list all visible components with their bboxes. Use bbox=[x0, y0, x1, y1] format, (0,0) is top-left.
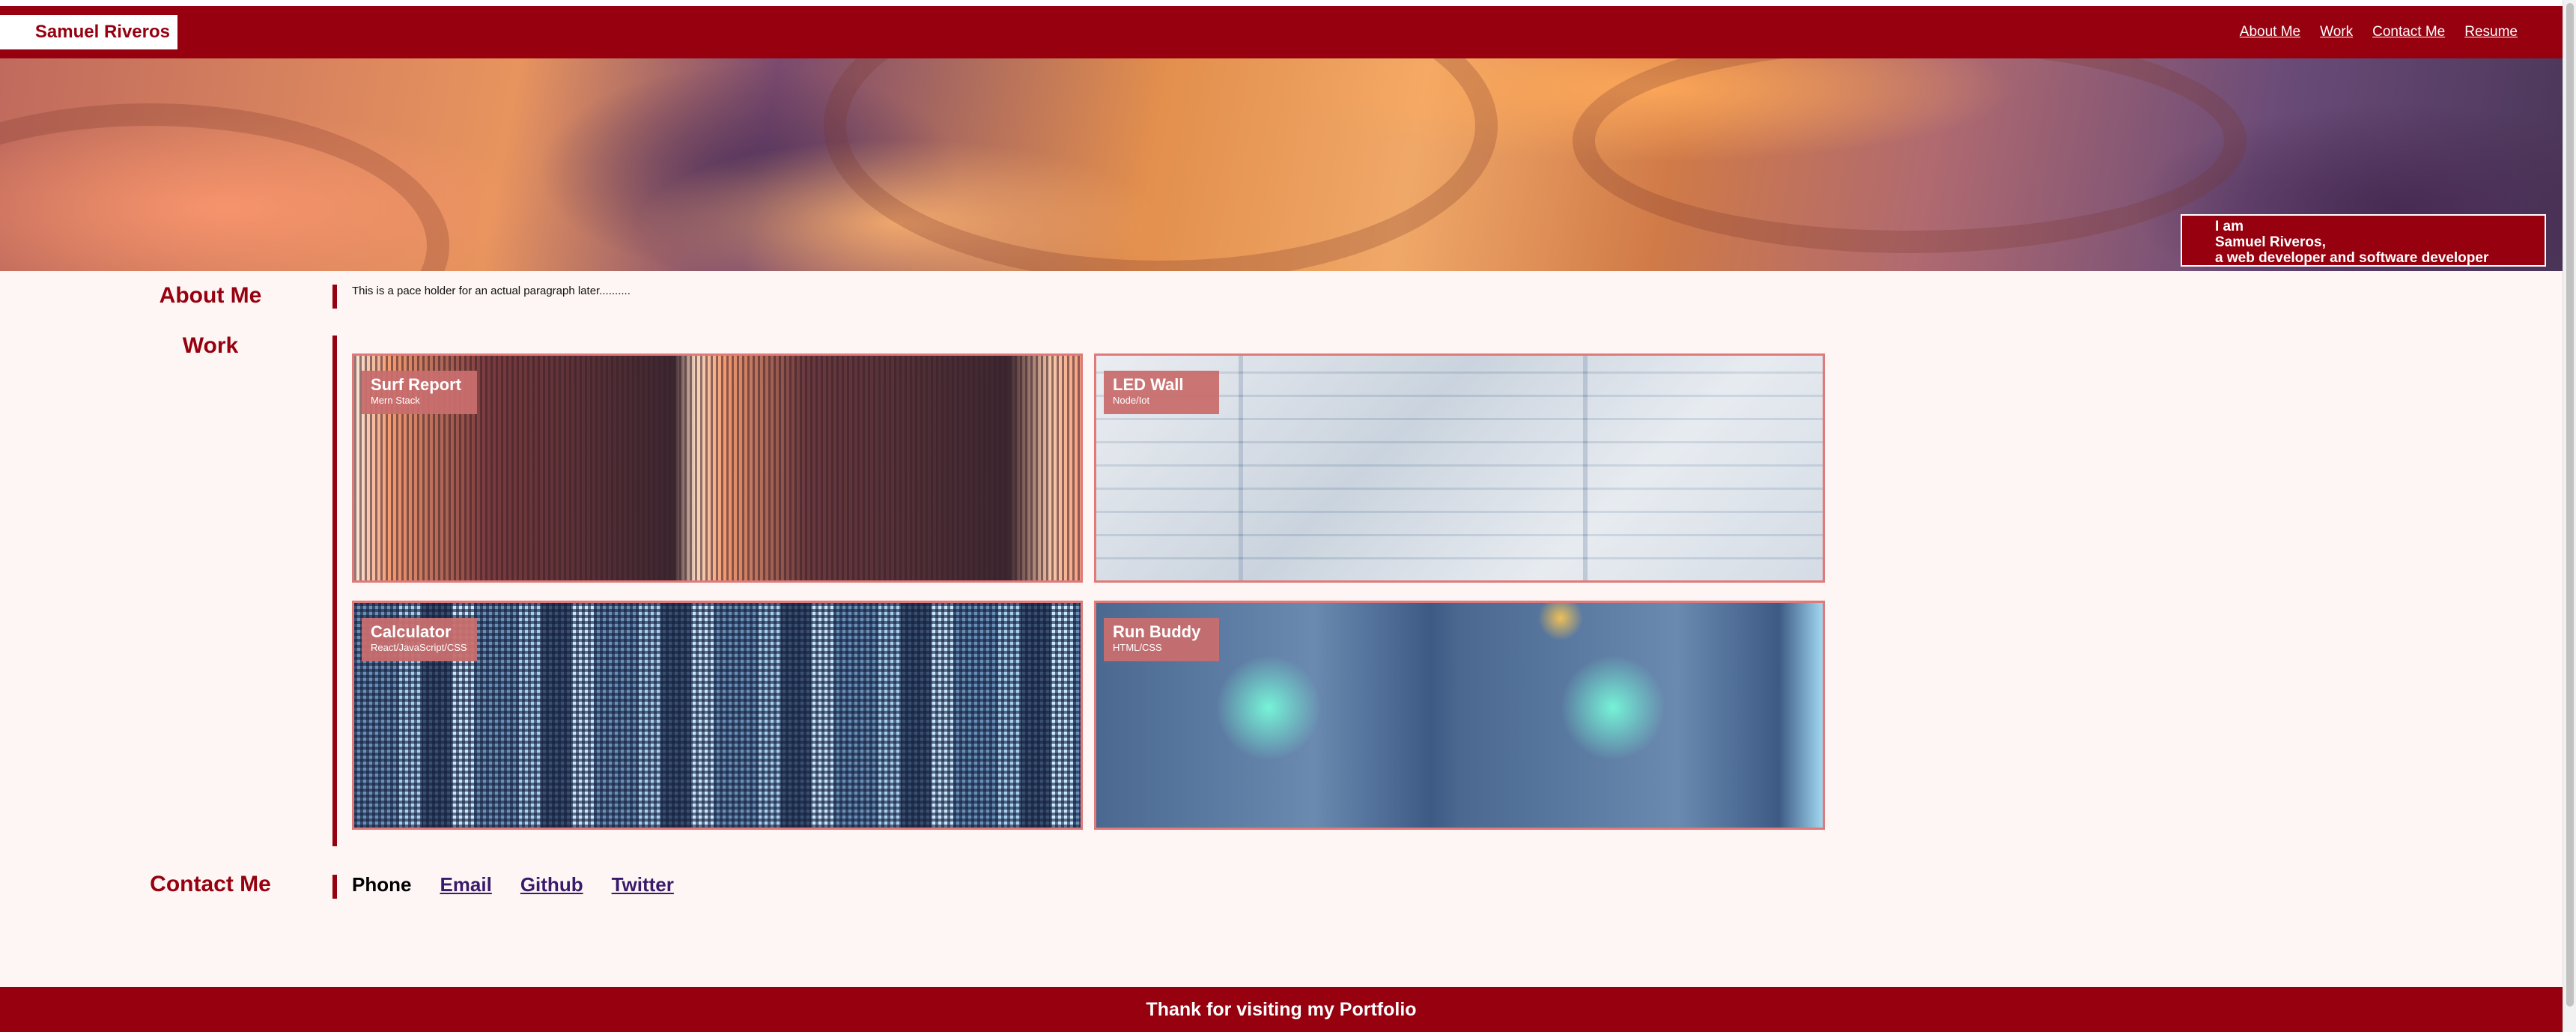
project-stack: Mern Stack bbox=[371, 395, 420, 406]
project-card-led-wall[interactable]: LED Wall Node/Iot bbox=[1094, 353, 1825, 583]
site-header: Samuel Riveros About Me Work Contact Me … bbox=[0, 6, 2563, 58]
contact-me-title: Contact Me bbox=[150, 872, 271, 896]
project-label: Calculator React/JavaScript/CSS bbox=[362, 618, 477, 661]
project-stack: Node/Iot bbox=[1113, 395, 1150, 406]
scrollbar-thumb[interactable] bbox=[2566, 3, 2574, 1007]
nav-about-me[interactable]: About Me bbox=[2240, 24, 2300, 40]
top-strip bbox=[0, 0, 2563, 6]
footer-text: Thank for visiting my Portfolio bbox=[1146, 998, 1417, 1020]
hero-swirl bbox=[1573, 58, 2247, 253]
project-label: LED Wall Node/Iot bbox=[1104, 371, 1219, 414]
work-divider bbox=[332, 336, 337, 846]
contact-phone: Phone bbox=[352, 873, 412, 896]
nav-resume[interactable]: Resume bbox=[2464, 24, 2518, 40]
hero-intro-box: I am Samuel Riveros, a web developer and… bbox=[2181, 214, 2546, 267]
project-title: Surf Report bbox=[371, 375, 461, 394]
about-paragraph: This is a pace holder for an actual para… bbox=[352, 285, 631, 297]
work-title: Work bbox=[182, 333, 239, 358]
contact-links: Phone Email Github Twitter bbox=[352, 873, 674, 896]
project-card-calculator[interactable]: Calculator React/JavaScript/CSS bbox=[352, 601, 1083, 830]
nav-contact-me[interactable]: Contact Me bbox=[2372, 24, 2445, 40]
hero-intro-line: Samuel Riveros, bbox=[2215, 234, 2326, 250]
hero-swirl bbox=[0, 103, 449, 271]
project-card-surf-report[interactable]: Surf Report Mern Stack bbox=[352, 353, 1083, 583]
main-nav: About Me Work Contact Me Resume bbox=[2240, 24, 2518, 40]
about-me-title: About Me bbox=[159, 283, 262, 308]
project-label: Run Buddy HTML/CSS bbox=[1104, 618, 1219, 661]
about-divider bbox=[332, 285, 337, 309]
hero-banner-image: I am Samuel Riveros, a web developer and… bbox=[0, 58, 2563, 271]
project-card-run-buddy[interactable]: Run Buddy HTML/CSS bbox=[1094, 601, 1825, 830]
project-title: Calculator bbox=[371, 622, 452, 641]
project-stack: HTML/CSS bbox=[1113, 642, 1162, 653]
project-title: Run Buddy bbox=[1113, 622, 1201, 641]
hero-swirl bbox=[824, 58, 1498, 271]
contact-email-link[interactable]: Email bbox=[440, 873, 491, 896]
site-footer: Thank for visiting my Portfolio bbox=[0, 987, 2563, 1032]
project-title: LED Wall bbox=[1113, 375, 1184, 394]
contact-divider bbox=[332, 875, 337, 899]
brand-logo[interactable]: Samuel Riveros bbox=[0, 15, 180, 49]
contact-github-link[interactable]: Github bbox=[520, 873, 583, 896]
nav-work[interactable]: Work bbox=[2320, 24, 2353, 40]
project-label: Surf Report Mern Stack bbox=[362, 371, 477, 414]
contact-twitter-link[interactable]: Twitter bbox=[612, 873, 674, 896]
hero-intro-line: a web developer and software developer bbox=[2215, 250, 2489, 266]
page-scrollbar[interactable] bbox=[2563, 0, 2576, 1032]
project-stack: React/JavaScript/CSS bbox=[371, 642, 467, 653]
hero-intro-line: I am bbox=[2215, 219, 2244, 234]
